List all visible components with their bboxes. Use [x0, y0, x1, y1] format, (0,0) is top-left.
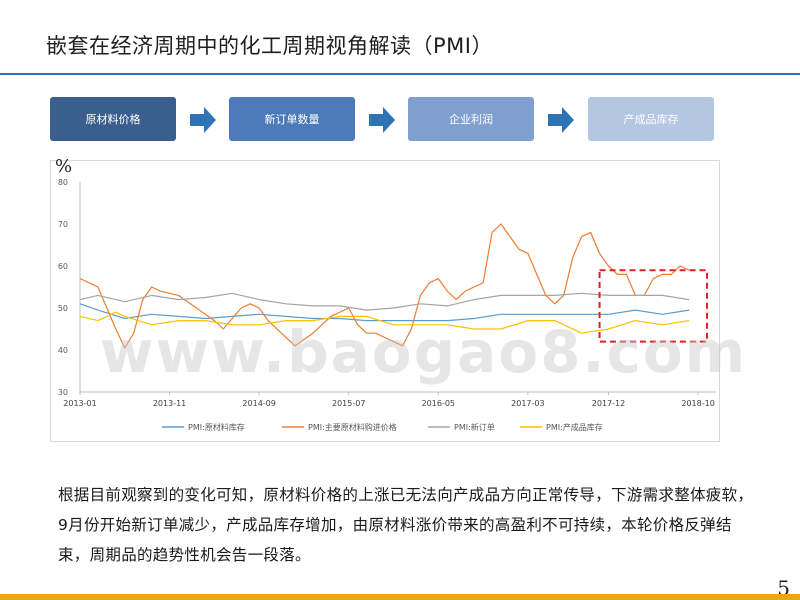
body-paragraph: 根据目前观察到的变化可知，原材料价格的上涨已无法向产成品方向正常传导，下游需求整…	[58, 486, 754, 564]
x-tick-label: 2013-01	[63, 399, 96, 408]
flow-step-1: 原材料价格	[50, 97, 176, 141]
x-tick-label: 2016-05	[422, 399, 455, 408]
flow-arrow-icon	[548, 107, 574, 133]
series-line-1	[79, 303, 690, 322]
legend-label: PMI:主要原材料购进价格	[308, 422, 397, 432]
y-tick-label: 40	[58, 346, 68, 355]
highlight-box	[598, 269, 709, 343]
legend-label: PMI:原材料库存	[188, 422, 245, 432]
y-tick-label: 50	[58, 304, 68, 313]
title-divider	[0, 73, 800, 75]
x-tick-label: 2017-03	[511, 399, 544, 408]
flow-step-2: 新订单数量	[229, 97, 355, 141]
flow-step-4: 产成品库存	[588, 97, 714, 141]
flow-step-3: 企业利润	[408, 97, 534, 141]
legend-label: PMI:新订单	[454, 422, 495, 432]
series-line-3	[79, 292, 690, 311]
x-tick-label: 2013-11	[153, 399, 186, 408]
x-tick-label: 2017-12	[592, 399, 625, 408]
legend-label: PMI:产成品库存	[546, 422, 603, 432]
flow-arrow-icon	[190, 107, 216, 133]
series-line-2	[79, 223, 690, 349]
x-tick-label: 2014-09	[242, 399, 275, 408]
y-tick-label: 80	[58, 178, 68, 187]
x-tick-label: 2015-07	[332, 399, 365, 408]
y-tick-label: 70	[58, 220, 68, 229]
y-tick-label: 60	[58, 262, 68, 271]
x-tick-label: 2018-10	[681, 399, 714, 408]
y-tick-label: 30	[58, 388, 68, 397]
flow-arrow-icon	[369, 107, 395, 133]
pmi-line-chart: 30 40 50 60 70 80 2013-01 2013-11 2014-09 2015-07…	[58, 178, 716, 432]
footer-bar	[0, 594, 800, 600]
slide-title: 嵌套在经济周期中的化工周期视角解读（PMI）	[46, 34, 493, 58]
